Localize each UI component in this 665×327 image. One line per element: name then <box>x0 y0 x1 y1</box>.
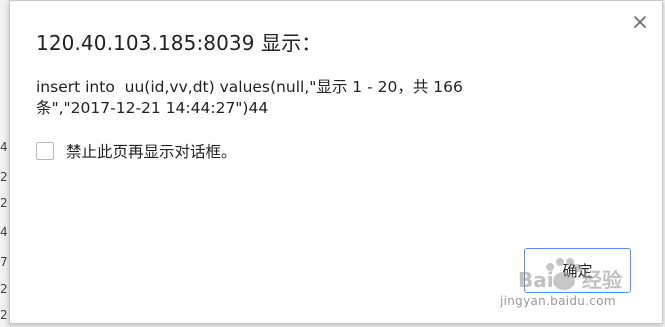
suppress-label[interactable]: 禁止此页再显示对话框。 <box>66 140 237 162</box>
background-text: 2 <box>0 196 8 210</box>
background-text: 7 <box>0 255 8 269</box>
background-text: 2 <box>0 308 8 322</box>
watermark-url: jingyan.baidu.com <box>500 294 616 308</box>
background-text: 4 <box>0 140 8 154</box>
background-text: 4 <box>0 225 8 239</box>
suppress-checkbox[interactable] <box>36 142 54 160</box>
close-button[interactable] <box>631 13 649 31</box>
background-text: 2 <box>0 282 8 296</box>
ok-button[interactable]: 确定 <box>524 248 631 293</box>
background-text: 2 <box>0 170 8 184</box>
dialog-message: insert into uu(id,vv,dt) values(null,"显示… <box>36 78 463 117</box>
suppress-dialogs-option[interactable]: 禁止此页再显示对话框。 <box>36 140 237 162</box>
close-icon <box>634 16 646 28</box>
alert-dialog: 120.40.103.185:8039 显示： insert into uu(i… <box>9 0 663 324</box>
dialog-title: 120.40.103.185:8039 显示： <box>36 31 322 55</box>
screen: 4 2 2 4 7 2 2 120.40.103.185:8039 显示： in… <box>0 0 665 327</box>
